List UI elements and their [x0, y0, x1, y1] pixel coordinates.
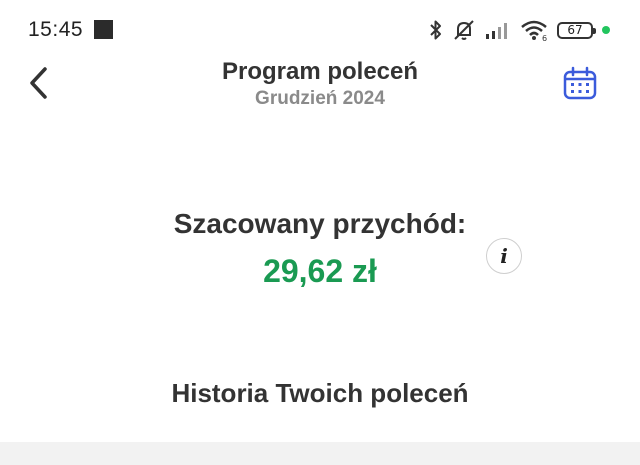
calendar-button[interactable]	[560, 66, 600, 106]
bluetooth-icon	[429, 19, 443, 41]
info-icon: i	[500, 244, 508, 268]
revenue-label: Szacowany przychód:	[173, 208, 467, 239]
battery-level: 67	[567, 23, 583, 37]
notification-square-icon	[94, 20, 113, 39]
page-title: Program poleceń	[221, 58, 419, 85]
history-list-top	[0, 442, 640, 465]
battery-icon: 67	[557, 21, 596, 39]
svg-text:6: 6	[542, 34, 547, 41]
muted-bell-icon	[452, 18, 476, 42]
wifi-icon: 6	[520, 19, 548, 41]
header: Program poleceń Grudzień 2024	[0, 56, 640, 116]
info-button[interactable]: i	[486, 238, 522, 274]
page-subtitle: Grudzień 2024	[255, 88, 385, 109]
status-bar: 15:45 6 67	[0, 0, 640, 60]
revenue-value: 29,62 zł	[263, 253, 377, 289]
status-icons: 6 67	[429, 16, 610, 44]
history-title: Historia Twoich poleceń	[171, 378, 469, 408]
status-time: 15:45	[28, 18, 84, 41]
signal-icon	[485, 21, 511, 39]
notification-dot	[602, 26, 610, 34]
calendar-icon	[562, 66, 598, 107]
